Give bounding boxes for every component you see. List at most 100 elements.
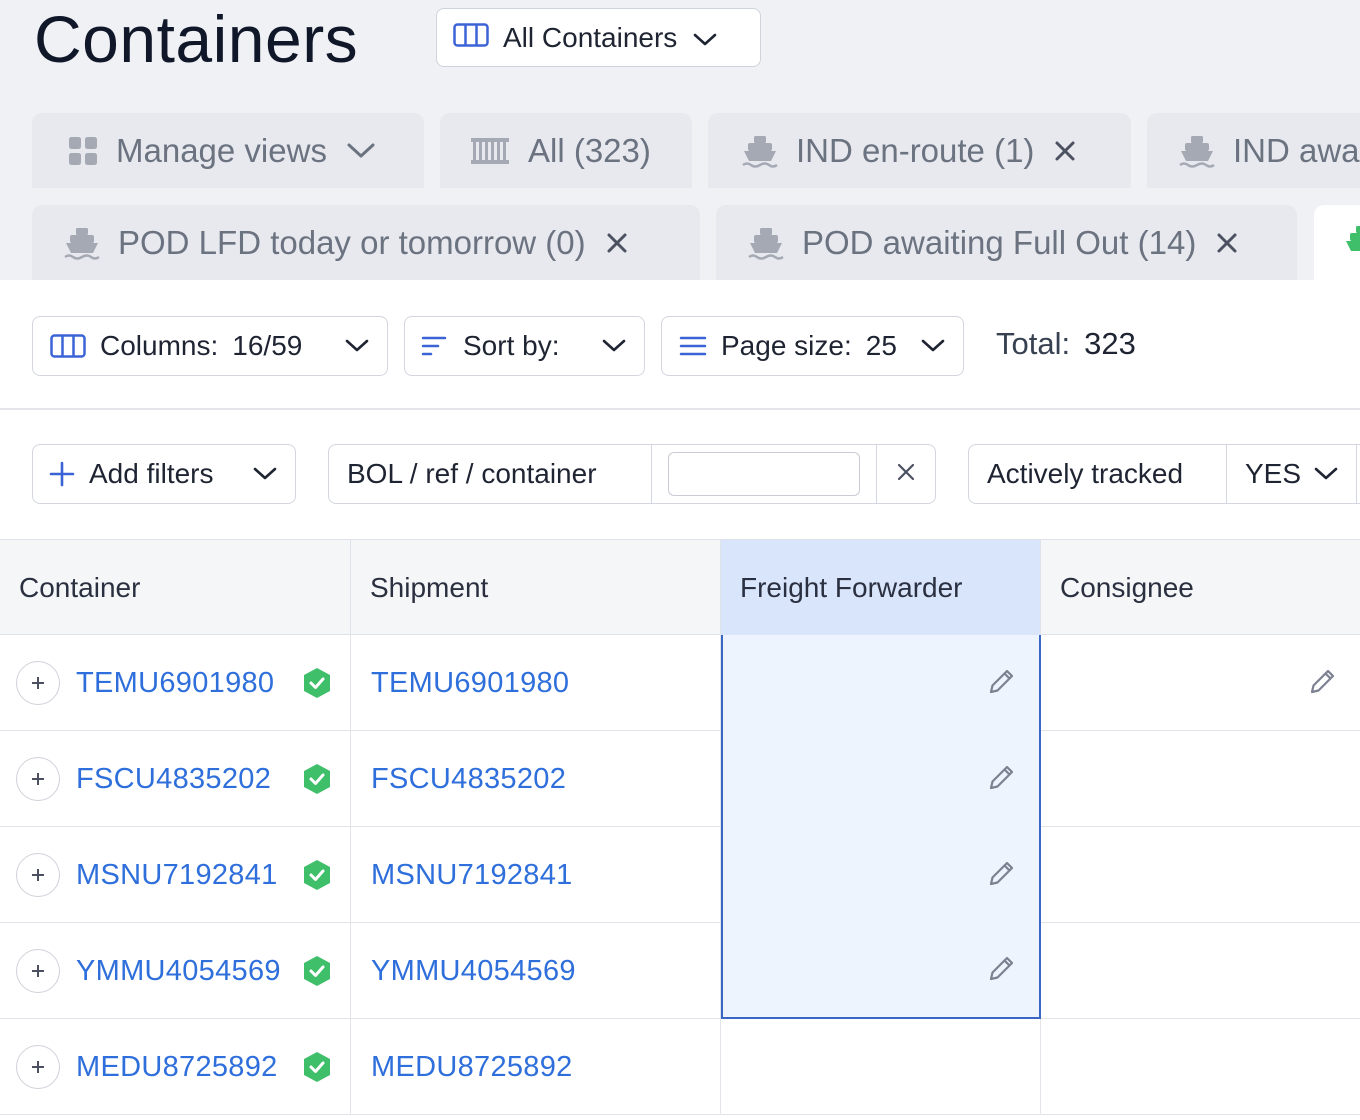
freight-forwarder-cell[interactable] [721,635,1041,731]
ship-icon-green [1344,224,1360,266]
verified-shield-icon [302,667,332,704]
actively-tracked-filter: Actively tracked YES [968,444,1360,504]
pencil-icon[interactable] [1308,666,1338,701]
plus-icon [32,869,44,881]
add-filters-button[interactable]: Add filters [32,444,296,504]
shipment-link[interactable]: YMMU4054569 [371,955,576,988]
pencil-icon[interactable] [987,762,1017,797]
expand-row-button[interactable] [16,853,60,897]
page-size-value: 25 [865,330,897,361]
page-size-label: Page size: [721,330,852,361]
table-row[interactable]: MEDU8725892 MEDU8725892 [0,1019,1360,1115]
tab-active[interactable] [1314,205,1360,280]
columns-dropdown[interactable]: Columns: 16/59 [32,316,388,376]
add-filters-label: Add filters [89,458,214,489]
shipment-link[interactable]: MEDU8725892 [371,1051,573,1084]
tab-label: POD awaiting Full Out (14) [802,223,1197,261]
close-icon[interactable] [606,232,628,254]
tab-ind-en-route[interactable]: IND en-route (1) [708,113,1131,188]
expand-row-button[interactable] [16,949,60,993]
list-icon [679,334,707,358]
consignee-cell[interactable] [1041,827,1360,923]
ship-icon [748,226,784,260]
close-icon [897,463,915,486]
shipment-link[interactable]: MSNU7192841 [371,859,573,892]
search-input[interactable] [668,452,860,496]
table-row[interactable]: TEMU6901980 TEMU6901980 [0,635,1360,731]
column-header-container[interactable]: Container [0,540,351,636]
pencil-icon[interactable] [987,953,1017,988]
shipment-cell: YMMU4054569 [351,923,721,1019]
container-link[interactable]: YMMU4054569 [76,955,281,988]
tab-pod-awaiting-full-out[interactable]: POD awaiting Full Out (14) [716,205,1297,280]
page-size-dropdown[interactable]: Page size: 25 [661,316,964,376]
grid-icon [68,136,98,166]
column-header-shipment[interactable]: Shipment [351,540,721,636]
plus-icon [32,677,44,689]
toolbar-divider [0,408,1360,410]
shipment-cell: MSNU7192841 [351,827,721,923]
actively-tracked-select[interactable]: YES [1227,445,1357,503]
tab-label: IND en-route (1) [796,131,1035,169]
total-count: Total: 323 [996,326,1136,362]
sort-by-dropdown[interactable]: Sort by: [404,316,645,376]
freight-forwarder-cell[interactable] [721,923,1041,1019]
container-cell: TEMU6901980 [0,635,351,731]
container-link[interactable]: FSCU4835202 [76,763,271,796]
tab-label: IND awa [1233,131,1360,169]
pencil-icon[interactable] [987,858,1017,893]
table-header: Container Shipment Freight Forwarder Con… [0,539,1360,636]
sort-label: Sort by: [463,330,560,361]
shipment-link[interactable]: TEMU6901980 [371,667,569,700]
verified-shield-icon [302,1051,332,1088]
column-header-freight-forwarder[interactable]: Freight Forwarder [721,540,1041,636]
verified-shield-icon [302,763,332,800]
container-cell: FSCU4835202 [0,731,351,827]
table-row[interactable]: FSCU4835202 FSCU4835202 [0,731,1360,827]
shipment-link[interactable]: FSCU4835202 [371,763,566,796]
page-title: Containers [34,2,359,76]
shipment-cell: TEMU6901980 [351,635,721,731]
expand-row-button[interactable] [16,661,60,705]
actively-tracked-value: YES [1245,458,1302,489]
columns-value: 16/59 [232,330,303,361]
container-cell: MSNU7192841 [0,827,351,923]
consignee-cell[interactable] [1041,635,1360,731]
plus-icon [32,773,44,785]
tab-all[interactable]: All (323) [440,113,692,188]
freight-forwarder-cell[interactable] [721,827,1041,923]
shipment-cell: MEDU8725892 [351,1019,721,1115]
tab-pod-lfd-today-or-tomorrow[interactable]: POD LFD today or tomorrow (0) [32,205,700,280]
tab-label: All (323) [528,131,651,169]
plus-icon [32,965,44,977]
pencil-icon[interactable] [987,666,1017,701]
verified-shield-icon [302,859,332,896]
expand-row-button[interactable] [16,757,60,801]
freight-forwarder-cell[interactable] [721,1019,1041,1115]
ship-icon [742,134,778,168]
container-link[interactable]: MSNU7192841 [76,859,278,892]
chevron-down-icon [1314,467,1338,481]
container-link[interactable]: TEMU6901980 [76,667,274,700]
view-select-dropdown[interactable]: All Containers [436,8,761,67]
clear-search-button[interactable] [876,445,934,503]
freight-forwarder-cell[interactable] [721,731,1041,827]
columns-label: Columns: [100,330,219,361]
chevron-down-icon [345,339,369,353]
expand-row-button[interactable] [16,1045,60,1089]
plus-icon [49,461,75,487]
container-link[interactable]: MEDU8725892 [76,1051,278,1084]
total-label: Total: [996,326,1071,361]
table-row[interactable]: YMMU4054569 YMMU4054569 [0,923,1360,1019]
close-icon[interactable] [1216,232,1238,254]
consignee-cell[interactable] [1041,1019,1360,1115]
verified-shield-icon [302,955,332,992]
consignee-cell[interactable] [1041,731,1360,827]
consignee-cell[interactable] [1041,923,1360,1019]
actively-tracked-label: Actively tracked [969,445,1227,503]
close-icon[interactable] [1054,140,1076,162]
column-header-consignee[interactable]: Consignee [1041,540,1360,636]
tab-manage-views[interactable]: Manage views [32,113,424,188]
tab-ind-awaiting[interactable]: IND awa [1147,113,1360,188]
table-row[interactable]: MSNU7192841 MSNU7192841 [0,827,1360,923]
